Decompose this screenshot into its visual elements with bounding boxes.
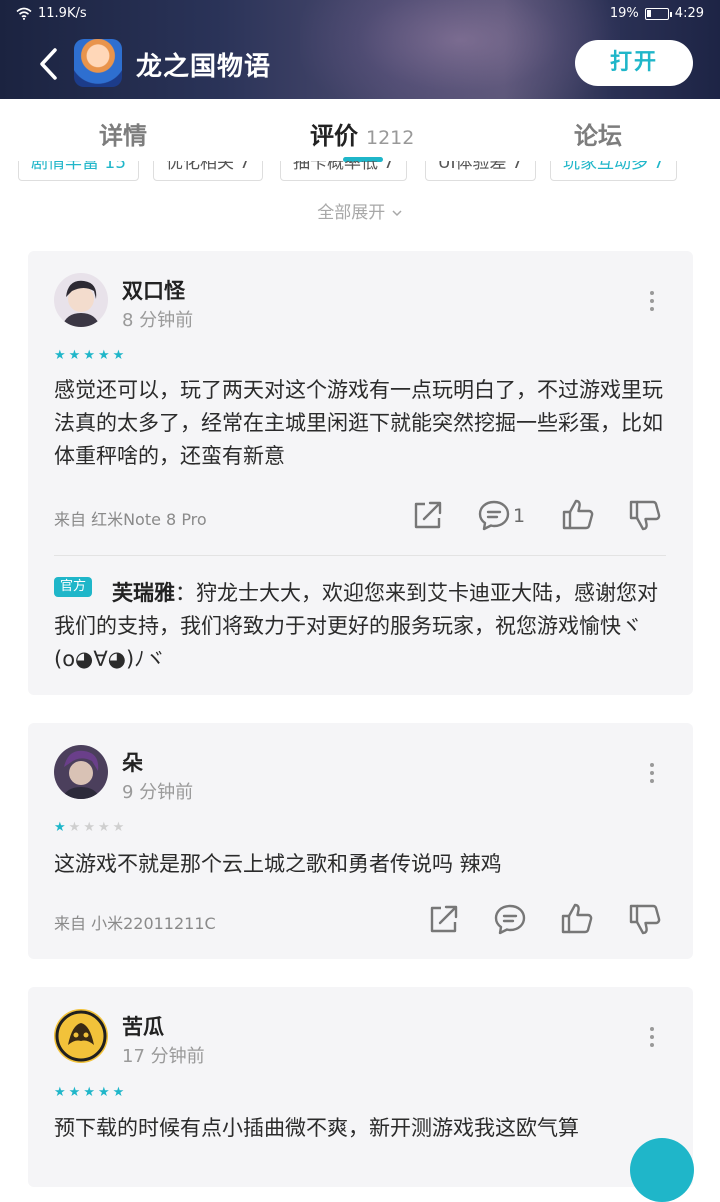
app-header: 11.9K/s 19% 4:29 龙之国物语 打开 <box>0 0 720 99</box>
star-rating: ★ ★ ★ ★ ★ <box>54 1086 124 1099</box>
tab-bar: 详情 评价 1212 论坛 <box>0 99 720 162</box>
review-text: 感觉还可以，玩了两天对这个游戏有一点玩明白了，不过游戏里玩法真的太多了，经常在主… <box>54 378 663 468</box>
star-icon: ★ <box>97 348 110 363</box>
official-reply: 芙瑞雅：狩龙士大大，欢迎您来到艾卡迪亚大陆，感谢您对我们的支持，我们将致力于对更… <box>54 577 664 676</box>
star-rating: ★ ★ ★ ★ ★ <box>54 349 124 362</box>
clock: 4:29 <box>674 6 704 21</box>
star-icon: ★ <box>112 348 125 363</box>
review-card: 朵 9 分钟前 ★ ★ ★ ★ ★ 这游戏不就是那个云上城之歌和勇者传说吗 辣鸡 来自 … <box>28 723 693 959</box>
more-options-icon[interactable] <box>648 763 656 783</box>
comment-count: 1 <box>513 505 526 527</box>
review-text: 这游戏不就是那个云上城之歌和勇者传说吗 辣鸡 <box>54 852 502 876</box>
avatar[interactable] <box>54 745 108 799</box>
status-bar: 11.9K/s 19% 4:29 <box>0 0 720 28</box>
tag-chip[interactable]: UI体验差 7 <box>425 161 536 181</box>
tab-forum-label: 论坛 <box>574 122 622 150</box>
app-icon[interactable] <box>74 39 122 87</box>
review-card: 苦瓜 17 分钟前 ★ ★ ★ ★ ★ 预下载的时候有点小插曲微不爽，新开测游戏我这欧气… <box>28 987 693 1187</box>
star-icon: ★ <box>83 820 95 835</box>
star-icon: ★ <box>54 820 66 835</box>
tag-row: 剧情丰富 15 优化相关 7 抽卡概率低 7 UI体验差 7 玩家互动多 7 <box>0 161 720 183</box>
review-device: 来自 红米Note 8 Pro <box>54 510 207 529</box>
star-icon: ★ <box>68 1085 81 1100</box>
star-rating: ★ ★ ★ ★ ★ <box>54 821 124 834</box>
thumbs-down-icon[interactable] <box>627 901 663 937</box>
review-time: 9 分钟前 <box>122 782 194 803</box>
wifi-icon <box>16 7 32 20</box>
more-options-icon[interactable] <box>648 291 656 311</box>
share-icon[interactable] <box>425 901 461 937</box>
share-icon[interactable] <box>409 497 445 533</box>
open-button[interactable]: 打开 <box>575 40 693 86</box>
expand-all-link[interactable]: 全部展开 <box>0 198 720 223</box>
chevron-down-icon <box>392 210 402 217</box>
star-icon: ★ <box>112 1085 125 1100</box>
review-username: 朵 <box>122 751 143 775</box>
star-icon: ★ <box>97 820 110 835</box>
star-icon: ★ <box>83 1085 95 1100</box>
expand-all-label: 全部展开 <box>317 203 386 223</box>
tag-chip[interactable]: 抽卡概率低 7 <box>280 161 408 181</box>
reply-divider <box>54 555 666 556</box>
thumbs-up-icon[interactable] <box>559 901 595 937</box>
star-icon: ★ <box>112 820 125 835</box>
app-title: 龙之国物语 <box>136 52 272 82</box>
star-icon: ★ <box>83 348 95 363</box>
review-time: 8 分钟前 <box>122 310 194 331</box>
star-icon: ★ <box>54 1085 66 1100</box>
tab-details[interactable]: 详情 <box>99 116 147 151</box>
avatar[interactable] <box>54 1009 108 1063</box>
comment-icon[interactable] <box>476 497 512 533</box>
back-arrow-icon[interactable] <box>34 44 64 84</box>
review-text: 预下载的时候有点小插曲微不爽，新开测游戏我这欧气算 <box>54 1116 579 1140</box>
tag-chip[interactable]: 玩家互动多 7 <box>550 161 678 181</box>
more-options-icon[interactable] <box>648 1027 656 1047</box>
thumbs-up-icon[interactable] <box>560 497 596 533</box>
battery-level: 19% <box>609 6 639 21</box>
review-card: 双口怪 8 分钟前 ★ ★ ★ ★ ★ 感觉还可以，玩了两天对这个游戏有一点玩明白了，不… <box>28 251 693 695</box>
tab-forum[interactable]: 论坛 <box>574 116 622 151</box>
comment-icon[interactable] <box>492 901 528 937</box>
star-icon: ★ <box>97 1085 110 1100</box>
network-speed: 11.9K/s <box>38 6 87 21</box>
tab-reviews-label: 评价 <box>310 122 358 150</box>
tag-chip[interactable]: 剧情丰富 15 <box>18 161 140 181</box>
avatar[interactable] <box>54 273 108 327</box>
review-username: 苦瓜 <box>122 1015 164 1039</box>
review-time: 17 分钟前 <box>122 1046 205 1067</box>
tab-reviews[interactable]: 评价 1212 <box>310 116 414 151</box>
floating-action-button[interactable] <box>630 1138 694 1202</box>
star-icon: ★ <box>54 348 66 363</box>
review-username: 双口怪 <box>122 279 185 303</box>
official-reply-name: 芙瑞雅 <box>112 581 175 605</box>
battery-icon <box>644 7 672 20</box>
thumbs-down-icon[interactable] <box>627 497 663 533</box>
review-count: 1212 <box>366 127 415 149</box>
tab-details-label: 详情 <box>99 122 147 150</box>
review-device: 来自 小米22011211C <box>54 914 216 933</box>
star-icon: ★ <box>68 820 81 835</box>
tag-chip[interactable]: 优化相关 7 <box>153 161 264 181</box>
star-icon: ★ <box>68 348 81 363</box>
